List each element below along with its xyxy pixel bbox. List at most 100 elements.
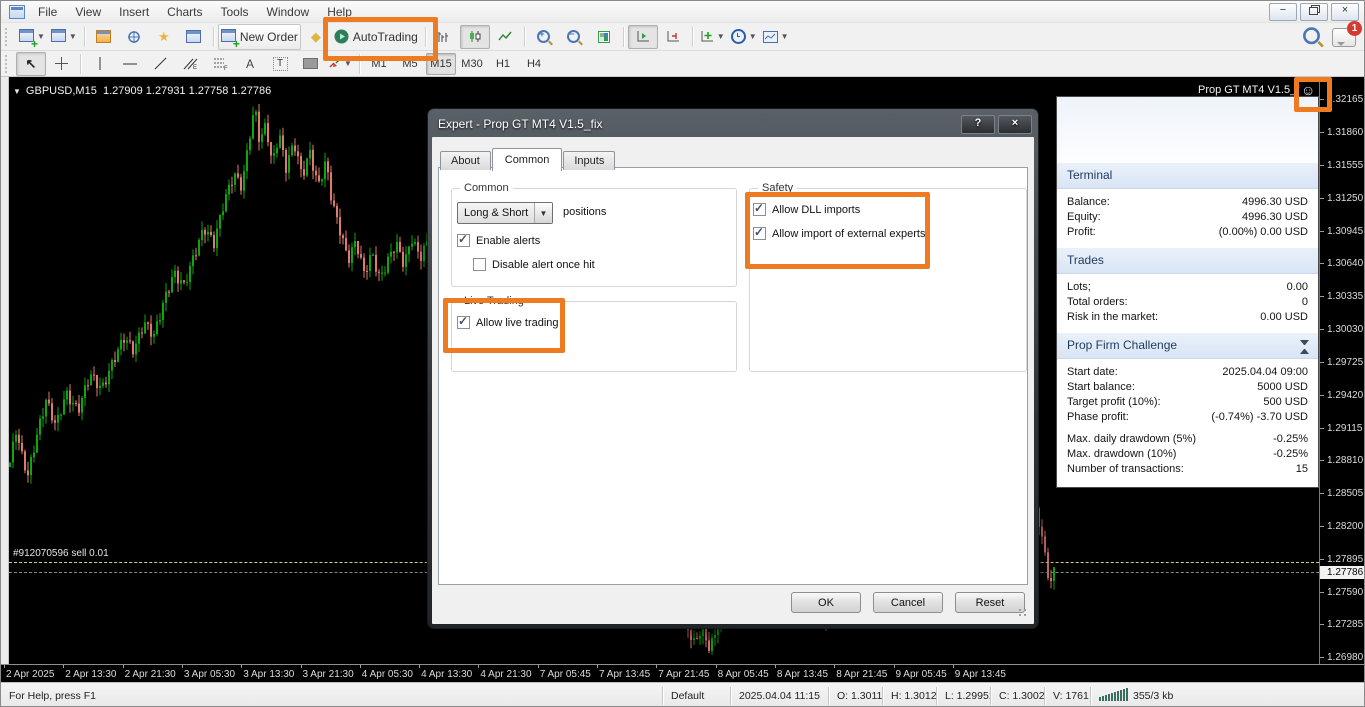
notifications-button[interactable]: 1 bbox=[1332, 28, 1356, 47]
vertical-line-icon bbox=[95, 57, 105, 70]
market-watch-button[interactable] bbox=[89, 25, 119, 49]
search-button[interactable] bbox=[1303, 27, 1320, 50]
time-axis[interactable]: 2 Apr 20252 Apr 13:302 Apr 21:303 Apr 05… bbox=[1, 664, 1365, 682]
timeframe-h1[interactable]: H1 bbox=[488, 53, 518, 75]
menu-tools[interactable]: Tools bbox=[212, 2, 258, 22]
time-label: 7 Apr 13:45 bbox=[599, 669, 650, 680]
panel-row: Risk in the market:0.00 USD bbox=[1057, 310, 1318, 325]
auto-scroll-button[interactable] bbox=[628, 25, 658, 49]
dialog-close-button[interactable]: × bbox=[998, 115, 1032, 134]
price-tick: 1.30945 bbox=[1320, 226, 1365, 238]
checkbox-icon[interactable] bbox=[457, 234, 470, 247]
ok-button[interactable]: OK bbox=[791, 592, 861, 613]
metaeditor-button[interactable]: ◆ bbox=[301, 25, 331, 49]
crosshair-tool-button[interactable] bbox=[46, 52, 76, 76]
autotrading-button[interactable]: AutoTrading bbox=[331, 24, 421, 50]
bar-chart-icon bbox=[438, 30, 452, 43]
dialog-help-button[interactable]: ? bbox=[961, 115, 995, 134]
periods-button[interactable]: ▼ bbox=[728, 25, 760, 49]
panel-row-label: Number of transactions: bbox=[1067, 463, 1184, 475]
new-chart-button[interactable]: +▼ bbox=[16, 25, 48, 49]
price-tick: 1.30640 bbox=[1320, 258, 1365, 270]
shapes-tool-button[interactable] bbox=[295, 52, 325, 76]
reset-button[interactable]: Reset bbox=[955, 592, 1025, 613]
panel-row-value: 5000 USD bbox=[1257, 381, 1308, 393]
horizontal-line-tool-button[interactable] bbox=[115, 52, 145, 76]
rectangle-icon bbox=[303, 58, 318, 69]
checkbox-icon[interactable] bbox=[457, 316, 470, 329]
arrows-tool-button[interactable]: ▼ bbox=[325, 52, 355, 76]
price-axis[interactable]: 1.321651.318601.315551.312501.309451.306… bbox=[1319, 77, 1365, 664]
dialog-title-bar[interactable]: Expert - Prop GT MT4 V1.5_fix ? × bbox=[428, 109, 1038, 137]
price-tick: 1.31860 bbox=[1320, 127, 1365, 139]
checkbox-icon[interactable] bbox=[753, 203, 766, 216]
status-cell-open: O: 1.30113 bbox=[829, 687, 883, 705]
time-label: 4 Apr 13:30 bbox=[421, 669, 472, 680]
menu-window[interactable]: Window bbox=[258, 2, 319, 22]
fibonacci-tool-button[interactable]: F bbox=[205, 52, 235, 76]
time-label: 8 Apr 21:45 bbox=[836, 669, 887, 680]
profiles-button[interactable]: ▼ bbox=[48, 25, 80, 49]
notification-badge: 1 bbox=[1347, 21, 1362, 36]
window-minimize-button[interactable]: − bbox=[1269, 3, 1297, 21]
data-window-button[interactable] bbox=[119, 25, 149, 49]
templates-button[interactable]: ▼ bbox=[760, 25, 792, 49]
timeframe-m15[interactable]: M15 bbox=[426, 53, 456, 75]
new-order-button[interactable]: + New Order bbox=[218, 24, 301, 50]
panel-row: Lots;0.00 bbox=[1057, 280, 1318, 295]
allow-live-trading-checkbox[interactable]: Allow live trading bbox=[457, 316, 559, 329]
timeframe-m5[interactable]: M5 bbox=[395, 53, 425, 75]
menu-help[interactable]: Help bbox=[318, 2, 361, 22]
vertical-line-tool-button[interactable] bbox=[85, 52, 115, 76]
menu-view[interactable]: View bbox=[66, 2, 110, 22]
terminal-button[interactable] bbox=[179, 25, 209, 49]
text-label-icon: T bbox=[273, 57, 288, 71]
trendline-tool-button[interactable] bbox=[145, 52, 175, 76]
menu-file[interactable]: File bbox=[29, 2, 66, 22]
time-label: 2 Apr 2025 bbox=[6, 669, 54, 680]
cursor-icon: ↖ bbox=[26, 56, 37, 72]
zoom-out-button[interactable]: − bbox=[559, 25, 589, 49]
tab-common[interactable]: Common bbox=[492, 148, 563, 171]
status-cell-profile[interactable]: Default bbox=[663, 687, 731, 705]
text-label-tool-button[interactable]: T bbox=[265, 52, 295, 76]
toolbar-grip2[interactable] bbox=[5, 55, 11, 73]
timeframe-m30[interactable]: M30 bbox=[457, 53, 487, 75]
panel-spacer bbox=[1057, 97, 1318, 163]
chart-shift-button[interactable] bbox=[658, 25, 688, 49]
cancel-button[interactable]: Cancel bbox=[873, 592, 943, 613]
allow-dll-imports-checkbox[interactable]: Allow DLL imports bbox=[753, 203, 860, 216]
allow-external-experts-checkbox[interactable]: Allow import of external experts bbox=[753, 227, 925, 240]
line-chart-button[interactable] bbox=[490, 25, 520, 49]
checkbox-icon[interactable] bbox=[473, 258, 486, 271]
timeframe-h4[interactable]: H4 bbox=[519, 53, 549, 75]
disable-alert-once-hit-checkbox[interactable]: Disable alert once hit bbox=[473, 258, 595, 271]
navigator-button[interactable]: ★ bbox=[149, 25, 179, 49]
menu-insert[interactable]: Insert bbox=[110, 2, 158, 22]
zoom-in-button[interactable]: + bbox=[529, 25, 559, 49]
checkbox-icon[interactable] bbox=[753, 227, 766, 240]
channel-tool-button[interactable]: E bbox=[175, 52, 205, 76]
panel-row-label: Start date: bbox=[1067, 366, 1118, 378]
panel-row: Profit:(0.00%) 0.00 USD bbox=[1057, 225, 1318, 240]
positions-dropdown[interactable]: Long & Short ▼ bbox=[457, 202, 553, 224]
menu-charts[interactable]: Charts bbox=[158, 2, 211, 22]
info-panel: Terminal Balance:4996.30 USDEquity:4996.… bbox=[1056, 96, 1319, 488]
text-tool-button[interactable]: A bbox=[235, 52, 265, 76]
window-restore-button[interactable] bbox=[1300, 3, 1328, 21]
tab-about[interactable]: About bbox=[440, 151, 491, 170]
resize-grip[interactable] bbox=[1018, 608, 1028, 618]
cursor-tool-button[interactable]: ↖ bbox=[16, 52, 46, 76]
candlestick-chart-button[interactable] bbox=[460, 25, 490, 49]
indicators-button[interactable]: ▼ bbox=[697, 25, 728, 49]
bar-chart-button[interactable] bbox=[430, 25, 460, 49]
time-tick bbox=[953, 665, 954, 668]
toolbar-grip[interactable] bbox=[5, 28, 11, 46]
one-click-trading-icon[interactable]: ▼ bbox=[13, 87, 21, 96]
chevron-down-icon[interactable]: ▼ bbox=[534, 203, 552, 223]
enable-alerts-checkbox[interactable]: Enable alerts bbox=[457, 234, 540, 247]
window-close-button[interactable]: × bbox=[1331, 3, 1359, 21]
tile-windows-button[interactable] bbox=[589, 25, 619, 49]
tab-inputs[interactable]: Inputs bbox=[563, 151, 615, 170]
timeframe-m1[interactable]: M1 bbox=[364, 53, 394, 75]
